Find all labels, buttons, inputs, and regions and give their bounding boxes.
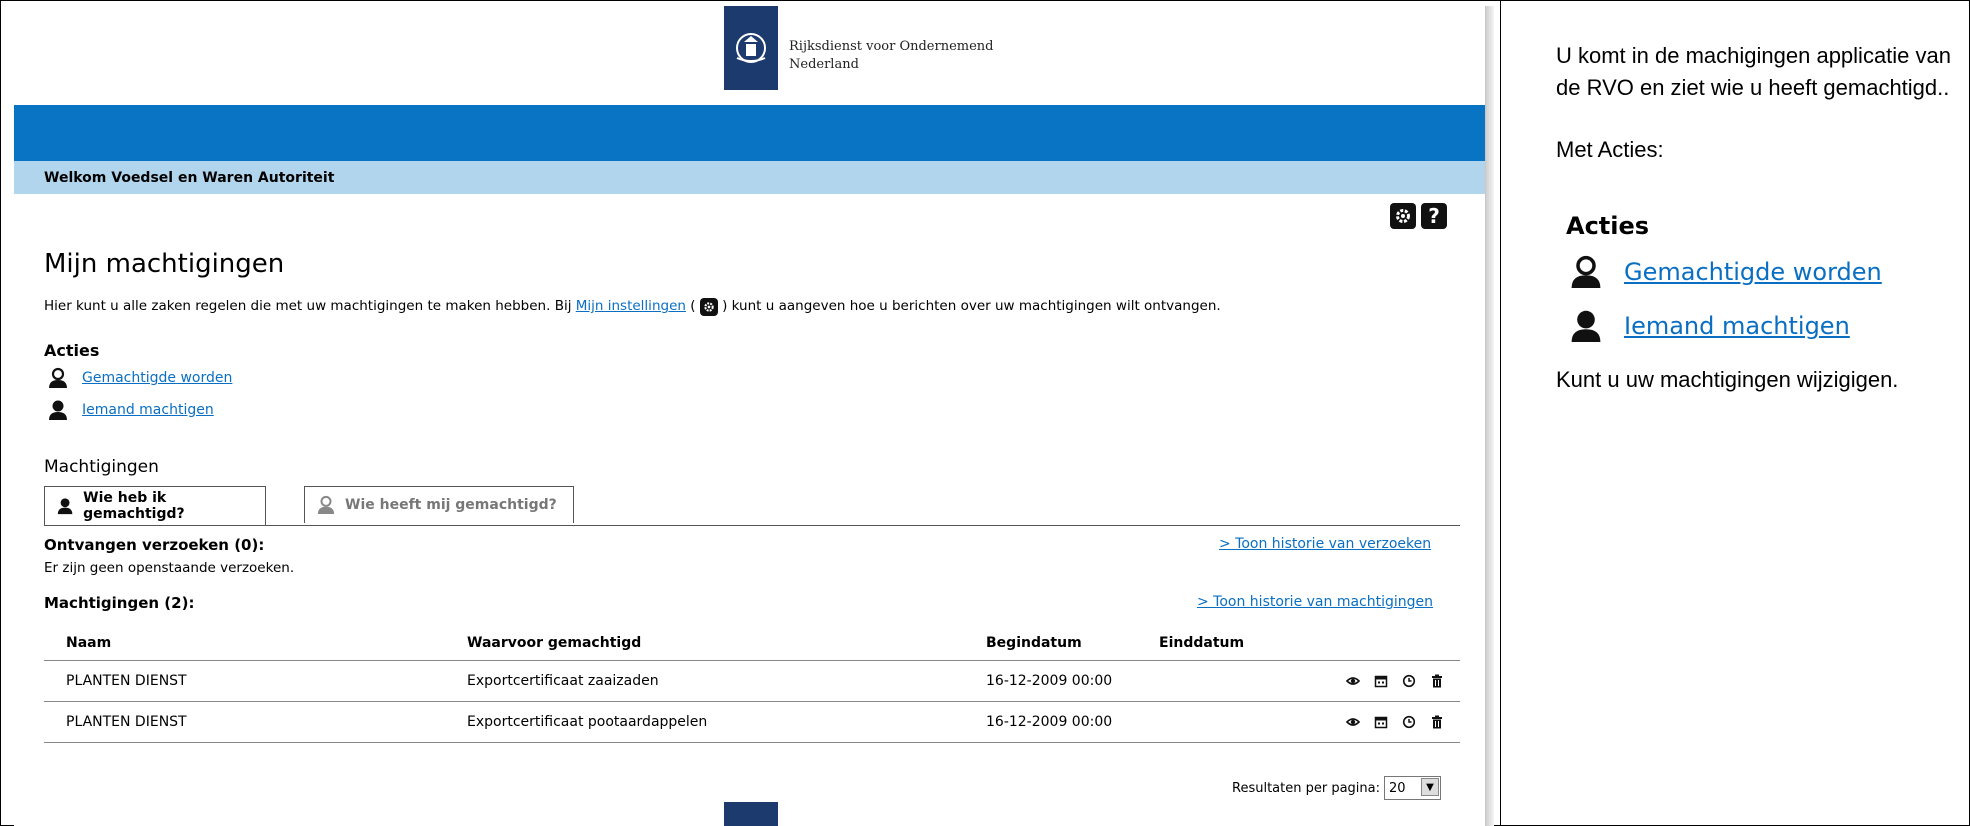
calendar-icon[interactable] <box>1374 674 1388 688</box>
annotation-acties-heading: Acties <box>1566 212 1650 240</box>
annotation-action-authorize-someone-label[interactable]: Iemand machtigen <box>1624 312 1850 340</box>
intro-text: Hier kunt u alle zaken regelen die met u… <box>44 298 1221 316</box>
chevron-down-icon[interactable]: ▼ <box>1421 778 1439 796</box>
column-divider <box>1500 0 1501 826</box>
gear-icon[interactable] <box>1390 203 1416 229</box>
annotation-text: U komt in de machigingen applicatie van … <box>1556 40 1956 166</box>
select-value: 20 <box>1389 780 1406 796</box>
gear-icon <box>699 298 718 316</box>
settings-link[interactable]: Mijn instellingen <box>576 298 686 314</box>
org-name-line2: Nederland <box>789 57 859 72</box>
intro-after: kunt u aangeven hoe u berichten over uw … <box>727 298 1221 314</box>
column-header: Begindatum <box>986 635 1082 651</box>
tab-wie-heb-ik-gemachtigd[interactable]: Wie heb ik gemachtigd? <box>44 486 266 525</box>
action-become-authorized[interactable]: Gemachtigde worden <box>48 367 232 389</box>
annotation-paragraph-3: Kunt u uw machtigingen wijzigigen. <box>1556 367 1899 392</box>
annotation-action-become-authorized[interactable]: Gemachtigde worden <box>1570 254 1882 290</box>
cell-waarvoor: Exportcertificaat zaaizaden <box>467 673 659 689</box>
trash-icon[interactable] <box>1430 715 1444 729</box>
trash-icon[interactable] <box>1430 674 1444 688</box>
welcome-text: Welkom Voedsel en Waren Autoriteit <box>44 170 335 186</box>
column-header: Einddatum <box>1159 635 1245 651</box>
person-icon <box>49 400 67 420</box>
header-band <box>14 105 1485 161</box>
results-per-page-label: Resultaten per pagina: <box>1232 780 1380 796</box>
intro-before: Hier kunt u alle zaken regelen die met u… <box>44 298 576 314</box>
grants-history-link[interactable]: > Toon historie van machtigingen <box>1197 594 1433 610</box>
machtigingen-heading: Machtigingen <box>44 457 159 477</box>
row-actions <box>1346 661 1444 701</box>
toolbar: ? <box>1390 203 1447 229</box>
cell-naam: PLANTEN DIENST <box>66 714 187 730</box>
grants-heading: Machtigingen (2): <box>44 594 195 612</box>
requests-history-link[interactable]: > Toon historie van verzoeken <box>1219 536 1431 552</box>
grants-table: Naam Waarvoor gemachtigd Begindatum Eind… <box>44 626 1460 743</box>
table-header: Naam Waarvoor gemachtigd Begindatum Eind… <box>44 626 1460 661</box>
results-per-page-select[interactable]: 20 ▼ <box>1384 776 1441 800</box>
table-row: PLANTEN DIENST Exportcertificaat pootaar… <box>44 702 1460 743</box>
tab-bar: Wie heb ik gemachtigd? Wie heeft mij gem… <box>44 486 1460 526</box>
person-outline-icon <box>49 367 67 388</box>
cell-waarvoor: Exportcertificaat pootaardappelen <box>467 714 708 730</box>
action-authorize-someone[interactable]: Iemand machtigen <box>48 399 214 421</box>
eye-icon[interactable] <box>1346 674 1360 688</box>
page-title: Mijn machtigingen <box>44 249 285 279</box>
annotation-paragraph-1: U komt in de machigingen applicatie van … <box>1556 43 1952 100</box>
person-outline-icon <box>317 495 335 514</box>
footer-logo-block <box>724 802 778 826</box>
action-authorize-someone-label[interactable]: Iemand machtigen <box>82 402 214 418</box>
org-name-line1: Rijksdienst voor Ondernemend <box>789 39 994 54</box>
welcome-bar: Welkom Voedsel en Waren Autoriteit <box>14 161 1485 194</box>
org-name: Rijksdienst voor Ondernemend Nederland <box>789 38 993 74</box>
received-requests-heading: Ontvangen verzoeken (0): <box>44 536 265 554</box>
calendar-icon[interactable] <box>1374 715 1388 729</box>
person-icon <box>57 498 73 515</box>
table-row: PLANTEN DIENST Exportcertificaat zaaizad… <box>44 661 1460 702</box>
eye-icon[interactable] <box>1346 715 1360 729</box>
cell-naam: PLANTEN DIENST <box>66 673 187 689</box>
clock-icon[interactable] <box>1402 674 1416 688</box>
column-header: Naam <box>66 635 112 651</box>
screenshot-shadow <box>1486 6 1494 826</box>
clock-icon[interactable] <box>1402 715 1416 729</box>
row-actions <box>1346 702 1444 742</box>
rvo-logo[interactable]: Rijksdienst voor Ondernemend Nederland <box>724 6 993 90</box>
person-outline-icon <box>1571 255 1601 288</box>
annotation-action-become-authorized-label[interactable]: Gemachtigde worden <box>1624 258 1882 286</box>
results-per-page: Resultaten per pagina: 20 ▼ <box>1232 776 1441 800</box>
crest-icon <box>724 6 778 90</box>
tab-label: Wie heeft mij gemachtigd? <box>345 497 557 513</box>
action-become-authorized-label[interactable]: Gemachtigde worden <box>82 370 232 386</box>
annotation-closing: Kunt u uw machtigingen wijzigigen. <box>1556 364 1956 396</box>
cell-begindatum: 16-12-2009 00:00 <box>986 714 1113 730</box>
app-screenshot: Rijksdienst voor Ondernemend Nederland W… <box>14 6 1486 826</box>
annotation-action-authorize-someone[interactable]: Iemand machtigen <box>1570 308 1850 344</box>
annotation-paragraph-2: Met Acties: <box>1556 137 1664 162</box>
person-icon <box>1571 310 1601 342</box>
received-requests-note: Er zijn geen openstaande verzoeken. <box>44 560 295 576</box>
column-header: Waarvoor gemachtigd <box>467 635 642 651</box>
tab-wie-heeft-mij-gemachtigd[interactable]: Wie heeft mij gemachtigd? <box>304 486 574 523</box>
help-icon[interactable]: ? <box>1421 203 1447 229</box>
tab-label: Wie heb ik gemachtigd? <box>83 490 185 522</box>
cell-begindatum: 16-12-2009 00:00 <box>986 673 1113 689</box>
acties-heading: Acties <box>44 341 100 360</box>
